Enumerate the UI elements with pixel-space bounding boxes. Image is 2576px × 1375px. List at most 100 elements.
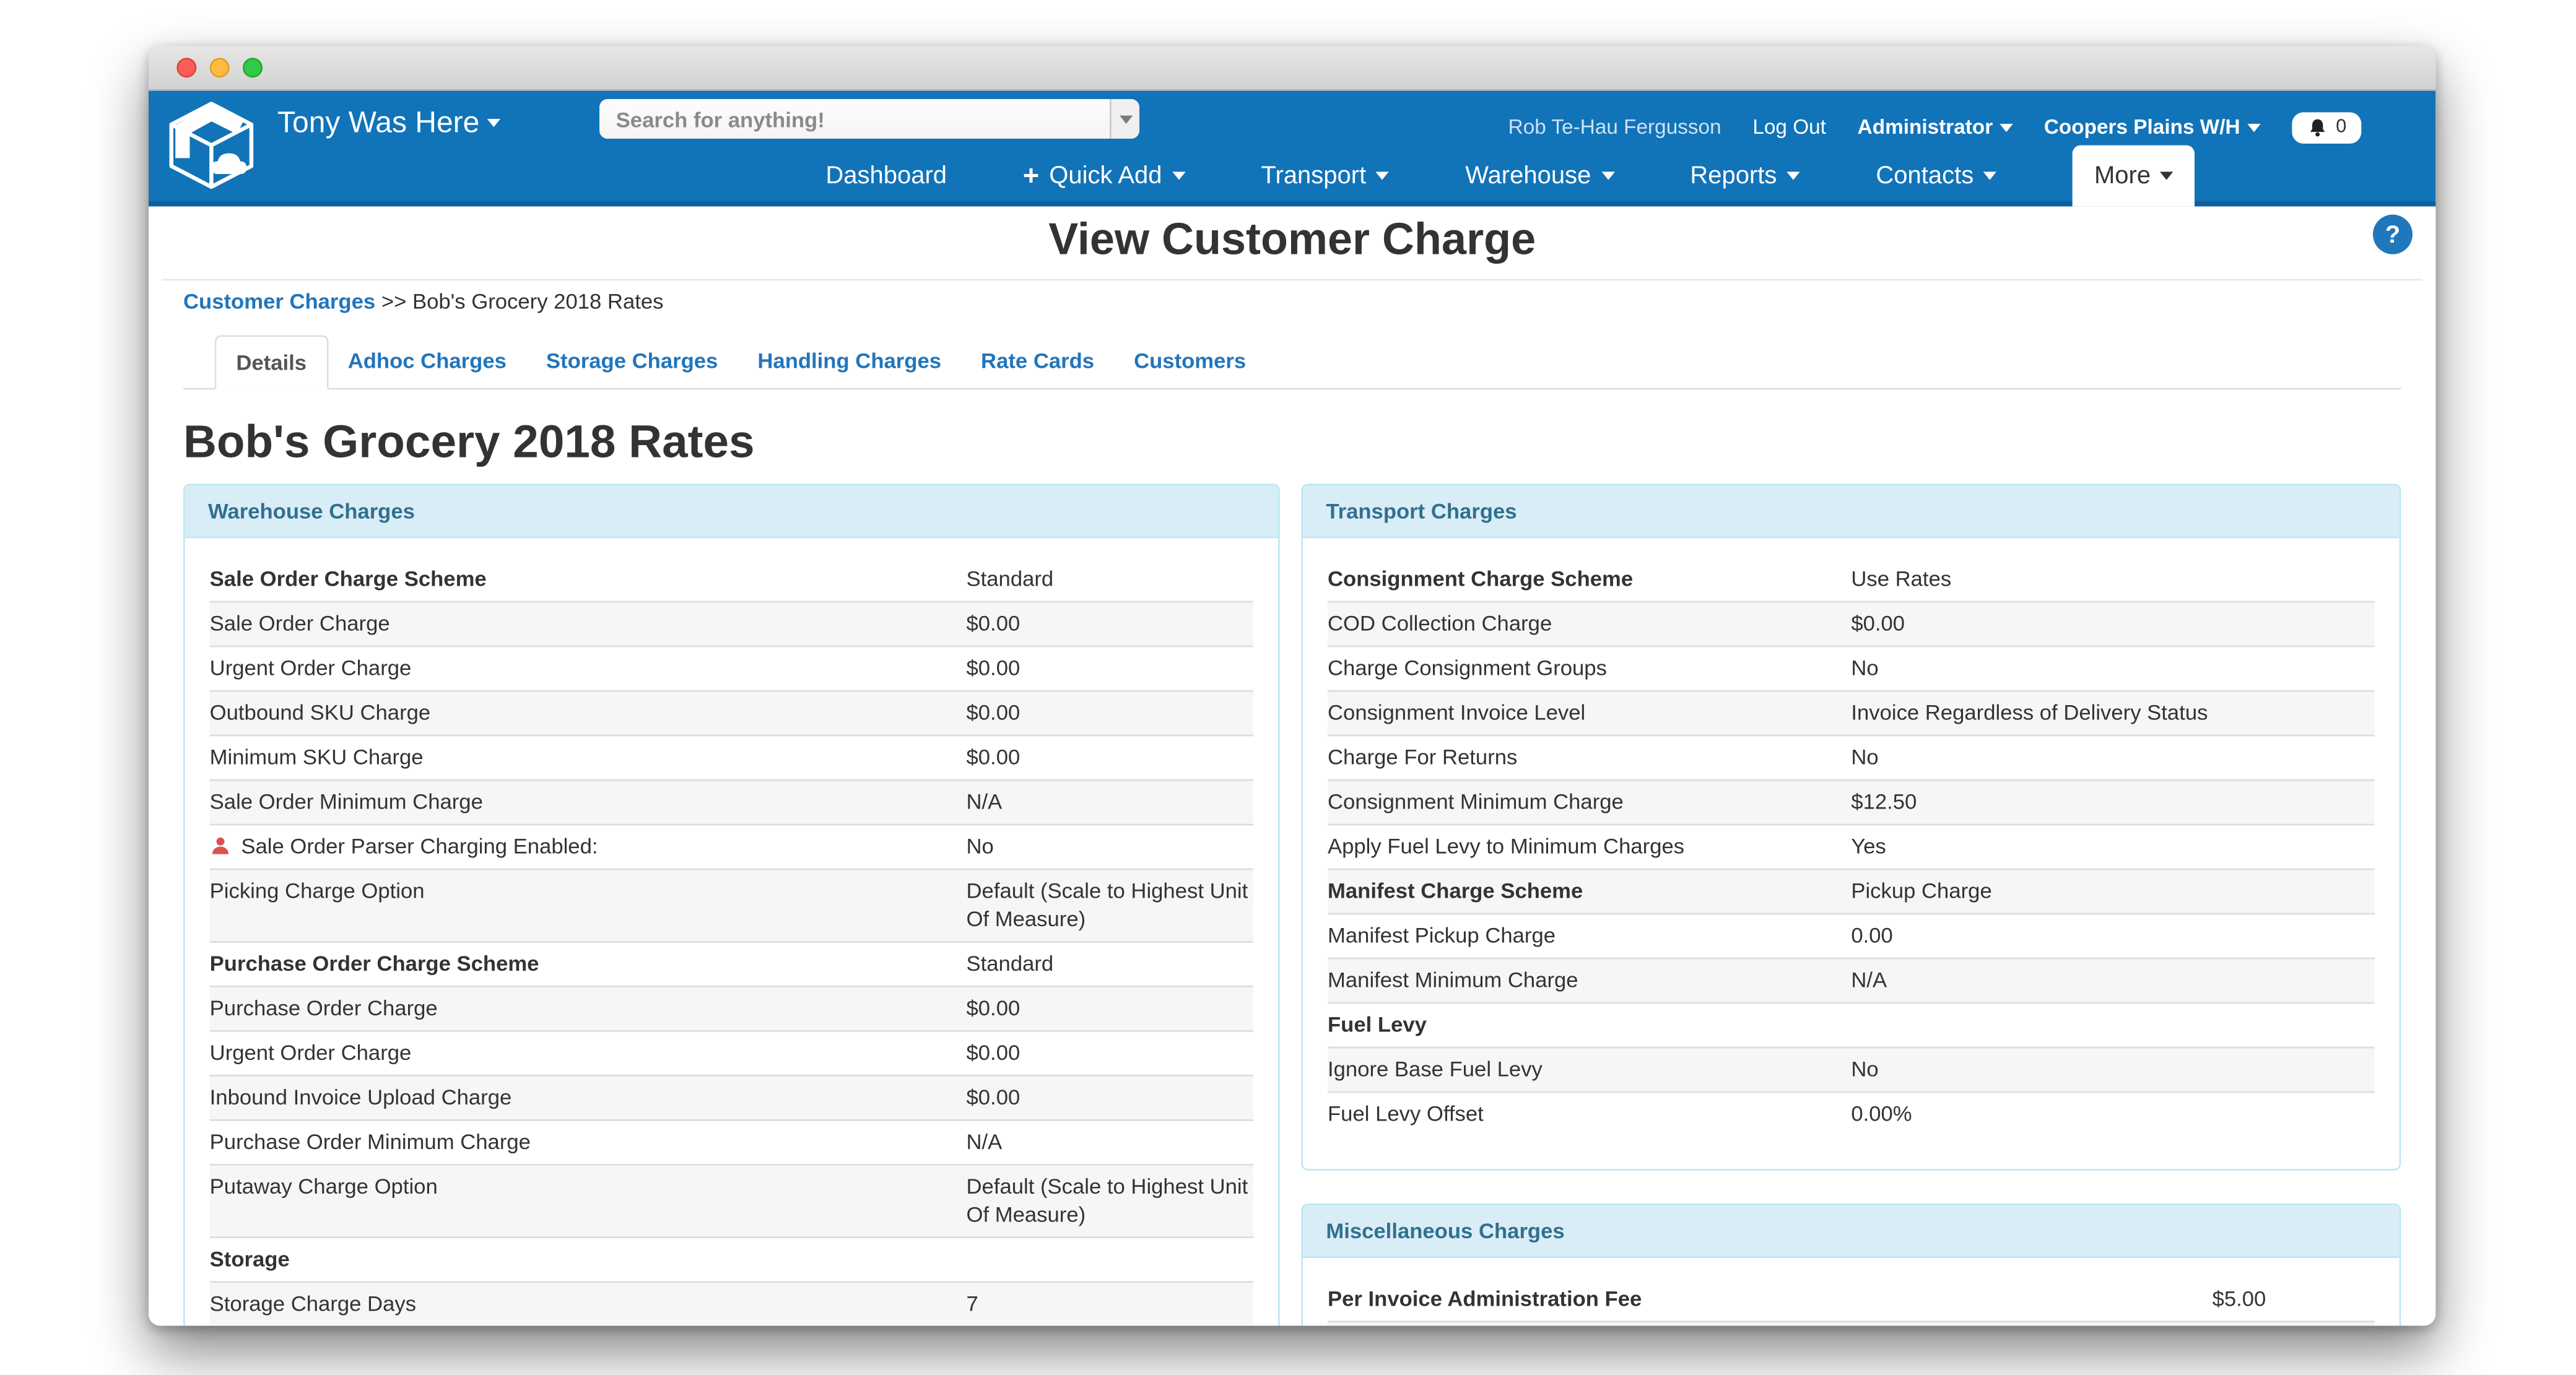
panel-title: Warehouse Charges (185, 485, 1278, 538)
nav-item-dashboard[interactable]: Dashboard (825, 145, 947, 207)
charge-label: Urgent Order Charge (210, 656, 412, 680)
charge-row: Storage (210, 1236, 1253, 1281)
charge-value: Standard (967, 565, 1254, 592)
charge-row: Sale Order Parser Charging Enabled:No (210, 824, 1253, 869)
nav-item-contacts[interactable]: Contacts (1876, 145, 1996, 207)
caret-down-icon (1601, 171, 1614, 180)
charge-value: $0.00 (967, 654, 1254, 682)
breadcrumb-customer-charges-link[interactable]: Customer Charges (183, 289, 375, 314)
charge-value: Pickup Charge (1851, 877, 2374, 904)
charge-row: Consignment Invoice LevelInvoice Regardl… (1328, 690, 2375, 735)
charge-label: Consignment Minimum Charge (1328, 789, 1624, 814)
charge-value: 0.00% (1851, 1100, 2374, 1127)
charge-row: Urgent Order Charge $0.00 (210, 646, 1253, 690)
caret-down-icon (1172, 171, 1185, 180)
charge-label: Putaway Charge Option (210, 1174, 438, 1199)
transport-charges-table: Consignment Charge Scheme Use Rates COD Co… (1303, 538, 2400, 1169)
charge-label: Fuel Levy (1328, 1012, 1427, 1037)
charge-row: Purchase Order Charge SchemeStandard (210, 941, 1253, 986)
charge-row: Per Invoice Administration Fee$5.00 (1328, 1278, 2375, 1321)
nav-item-warehouse[interactable]: Warehouse (1465, 145, 1614, 207)
charge-row: Ignore Base Fuel LevyNo (1328, 1047, 2375, 1091)
charge-label: Purchase Order Charge (210, 995, 438, 1020)
charge-row: COD Collection Charge$0.00 (1328, 601, 2375, 646)
charge-label: Ignore Base Fuel Levy (1328, 1057, 1543, 1082)
main-container: Customer Charges >> Bob's Grocery 2018 R… (149, 280, 2435, 1325)
question-circle-icon[interactable]: ? (2373, 215, 2413, 254)
notifications-button[interactable]: 0 (2291, 111, 2361, 143)
charge-label: Urgent Order Charge (210, 1040, 412, 1065)
miscellaneous-charges-table: Per Invoice Administration Fee$5.00Per I… (1303, 1258, 2400, 1325)
charge-row: Charge Consignment GroupsNo (1328, 646, 2375, 690)
charge-row: Inbound Invoice Upload Charge$0.00 (210, 1075, 1253, 1119)
transport-charges-panel: Transport Charges Consignment Charge Sch… (1301, 484, 2401, 1170)
breadcrumb-separator: >> (381, 289, 407, 314)
charge-row: Storage Charge Days7 (210, 1281, 1253, 1325)
nav-item-transport[interactable]: Transport (1261, 145, 1390, 207)
charge-row: Apply Fuel Levy to Minimum ChargesYes (1328, 824, 2375, 869)
charge-row: Urgent Order Charge$0.00 (210, 1030, 1253, 1075)
charge-value: Yes (1851, 832, 2374, 860)
box-cloud-logo-icon[interactable] (160, 94, 263, 196)
charge-row: Charge For ReturnsNo (1328, 735, 2375, 779)
brand-label: Tony Was Here (277, 106, 479, 141)
page-header: View Customer Charge ? (162, 206, 2422, 280)
charge-row: Sale Order Minimum ChargeN/A (210, 779, 1253, 824)
role-label: Administrator (1858, 116, 1993, 139)
chevron-down-icon (2247, 123, 2260, 131)
window-titlebar[interactable] (149, 46, 2435, 91)
tab-handling-charges[interactable]: Handling Charges (738, 335, 961, 388)
charge-value: $0.00 (967, 994, 1254, 1021)
nav-item-more[interactable]: More (2073, 145, 2195, 207)
panel-columns: Warehouse Charges Sale Order Charge Sche… (183, 484, 2401, 1325)
minimize-window-button[interactable] (210, 58, 230, 77)
tab-bar: DetailsAdhoc ChargesStorage ChargesHandl… (183, 335, 2401, 389)
warehouse-charges-panel: Warehouse Charges Sale Order Charge Sche… (183, 484, 1280, 1325)
charge-label: Sale Order Charge Scheme (210, 566, 487, 591)
log-out-link[interactable]: Log Out (1752, 116, 1826, 139)
caret-down-icon (1983, 171, 1996, 180)
user-name[interactable]: Rob Te-Hau Fergusson (1508, 116, 1721, 139)
tab-rate-cards[interactable]: Rate Cards (961, 335, 1114, 388)
role-menu[interactable]: Administrator (1858, 116, 2013, 139)
charge-value: Standard (967, 949, 1254, 977)
nav-item-reports[interactable]: Reports (1690, 145, 1799, 207)
nav-item-label: Contacts (1876, 162, 1973, 189)
charge-value: 0.00 (1851, 921, 2374, 949)
charge-value: Use Rates (1851, 565, 2374, 592)
charge-value: Invoice Regardless of Delivery Status (1851, 698, 2374, 726)
charge-label: Manifest Minimum Charge (1328, 968, 1578, 992)
search-dropdown-button[interactable] (1110, 99, 1139, 139)
zoom-window-button[interactable] (243, 58, 263, 77)
tab-adhoc-charges[interactable]: Adhoc Charges (328, 335, 526, 388)
warehouse-label: Coopers Plains W/H (2044, 116, 2240, 139)
brand-menu[interactable]: Tony Was Here (277, 106, 501, 141)
charge-row: Manifest Charge SchemePickup Charge (1328, 869, 2375, 913)
charge-value: N/A (967, 1127, 1254, 1155)
charge-label: Manifest Pickup Charge (1328, 923, 1556, 948)
miscellaneous-charges-panel: Miscellaneous Charges Per Invoice Admini… (1301, 1204, 2401, 1325)
breadcrumb: Customer Charges >> Bob's Grocery 2018 R… (183, 280, 2401, 313)
user-icon (210, 832, 232, 860)
charge-label: Outbound SKU Charge (210, 700, 431, 725)
charge-label: Charge Consignment Groups (1328, 656, 1607, 680)
warehouse-menu[interactable]: Coopers Plains W/H (2044, 116, 2260, 139)
charge-value: $5.00 (2213, 1285, 2375, 1312)
tab-customers[interactable]: Customers (1114, 335, 1266, 388)
charge-value: No (1851, 743, 2374, 771)
tab-details[interactable]: Details (215, 335, 328, 389)
tab-storage-charges[interactable]: Storage Charges (526, 335, 738, 388)
plus-icon: + (1023, 163, 1040, 188)
charge-row: Outbound SKU Charge$0.00 (210, 690, 1253, 735)
left-column: Warehouse Charges Sale Order Charge Sche… (183, 484, 1280, 1325)
close-window-button[interactable] (176, 58, 196, 77)
charge-label: Consignment Charge Scheme (1328, 566, 1633, 591)
bell-icon (2306, 116, 2328, 138)
nav-item-quick-add[interactable]: +Quick Add (1023, 145, 1185, 207)
charge-label: Sale Order Minimum Charge (210, 789, 483, 814)
panel-title: Transport Charges (1303, 485, 2400, 538)
caret-down-icon (2160, 171, 2174, 180)
right-column: Transport Charges Consignment Charge Sch… (1301, 484, 2401, 1325)
search-input[interactable] (599, 99, 1110, 139)
desktop: Tony Was Here Rob Te-Hau Fergusson Log O… (0, 0, 2576, 1375)
